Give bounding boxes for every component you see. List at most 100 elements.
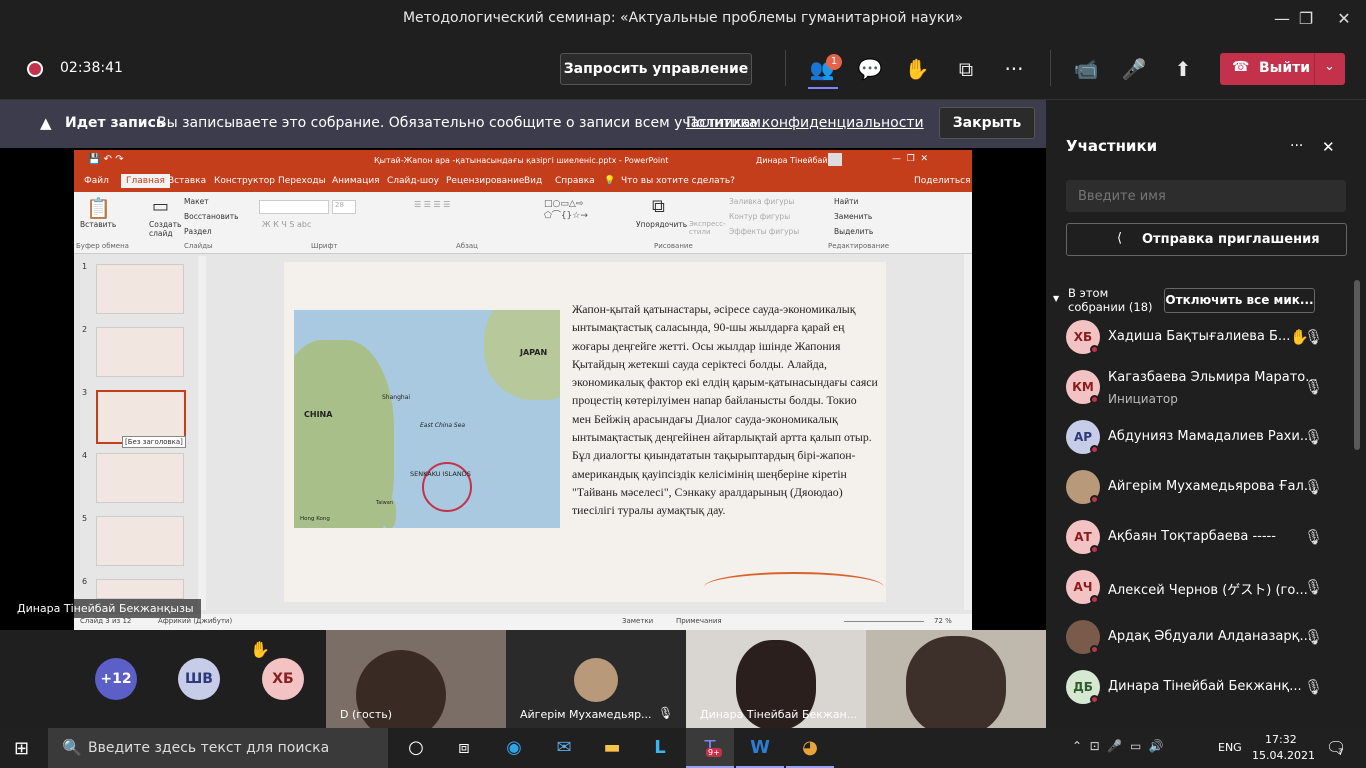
privacy-policy-link[interactable]: Политика конфиденциальности — [686, 115, 924, 131]
mic-off-icon[interactable]: 🎙 — [1304, 428, 1323, 446]
shape-fill[interactable]: Заливка фигуры — [729, 197, 794, 206]
panel-scrollbar[interactable] — [1354, 280, 1360, 450]
in-meeting-label[interactable]: В этом собрании (18) — [1068, 286, 1168, 314]
search-input[interactable] — [1066, 180, 1346, 212]
chevron-down-icon[interactable]: ▼ — [1053, 294, 1059, 303]
reactions-icon[interactable]: ✋ — [897, 49, 937, 89]
tell-me-input[interactable]: Что вы хотите сделать? — [621, 176, 735, 186]
shape-outline[interactable]: Контур фигуры — [729, 212, 790, 221]
ribbon-tab[interactable]: Анимация — [332, 176, 380, 186]
participant-row[interactable]: Айгерім Мухамедьярова Ғал... 🎙 — [1046, 462, 1346, 512]
app-icon[interactable]: L — [636, 728, 684, 768]
video-tile[interactable]: Айгерім Мухамедьяр... 🎙 — [506, 630, 686, 728]
share-screen-icon[interactable]: ⬆ — [1163, 49, 1203, 89]
clock-date[interactable]: 15.04.2021 — [1252, 749, 1315, 762]
slide-canvas[interactable]: JAPAN CHINA Shanghai East China Sea SENK… — [284, 262, 886, 602]
new-slide-icon[interactable]: ▭ — [152, 196, 169, 217]
mic-on-icon[interactable]: 🎙 — [1304, 678, 1323, 696]
request-control-button[interactable]: Запросить управление — [560, 53, 752, 85]
mic-off-icon[interactable]: 🎙 — [1304, 328, 1323, 346]
slide-thumbnail[interactable] — [96, 327, 184, 377]
mic-off-icon[interactable]: 🎙 — [1304, 628, 1323, 646]
tray-icons[interactable]: ⌃ ⊡ 🎤 ▭ 🔊 — [1072, 739, 1164, 753]
paragraph-icons[interactable]: ☰ ☰ ☰ ☰ — [414, 200, 450, 209]
ribbon-tab[interactable]: Главная — [121, 174, 170, 188]
more-participants-button[interactable]: +12 — [95, 658, 137, 700]
find-button[interactable]: Найти — [834, 197, 858, 206]
microphone-icon[interactable]: 🎤 — [1114, 49, 1154, 89]
shape-effects[interactable]: Эффекты фигуры — [729, 227, 799, 236]
mic-off-icon[interactable]: 🎙 — [1304, 578, 1323, 596]
ribbon-tab[interactable]: Переходы — [278, 176, 326, 186]
close-icon[interactable]: ✕ — [1322, 138, 1335, 156]
chevron-down-icon[interactable]: ⌄ — [1324, 59, 1335, 74]
slide-thumbnail[interactable] — [96, 453, 184, 503]
rooms-icon[interactable]: ⧉ — [946, 49, 986, 89]
mic-off-icon[interactable]: 🎙 — [1304, 478, 1323, 496]
participant-row[interactable]: ДБ Динара Тінейбай Бекжанқ... 🎙 — [1046, 662, 1346, 712]
participant-row[interactable]: АР Абдунияз Мамадалиев Рахи... 🎙 — [1046, 412, 1346, 462]
arrange-label[interactable]: Упорядочить — [636, 220, 687, 229]
chrome-icon[interactable]: ◕ — [786, 728, 834, 768]
ribbon-tab[interactable]: Рецензирование — [446, 176, 524, 186]
windows-start-icon[interactable]: ⊞ — [14, 738, 29, 759]
ribbon-tab[interactable]: Вставка — [168, 176, 206, 186]
slide-scrollbar[interactable] — [964, 254, 972, 610]
font-family-select[interactable] — [259, 200, 329, 214]
zoom-slider[interactable] — [844, 621, 924, 622]
participant-row[interactable]: ХБ Хадиша Бақтығалиева Б... ✋ 🎙 — [1046, 312, 1346, 362]
replace-button[interactable]: Заменить — [834, 212, 872, 221]
close-banner-button[interactable]: Закрыть — [939, 107, 1035, 139]
slide-thumbnail[interactable] — [96, 264, 184, 314]
ribbon-tab[interactable]: Конструктор — [214, 176, 275, 186]
slide-thumbnail[interactable] — [96, 579, 184, 599]
ribbon-tab[interactable]: Файл — [84, 176, 109, 186]
close-button[interactable]: ✕ — [1322, 6, 1366, 32]
slide-thumbnail[interactable] — [96, 516, 184, 566]
reset-button[interactable]: Восстановить — [184, 212, 239, 221]
font-size-select[interactable]: 28 — [332, 200, 356, 214]
camera-icon[interactable]: 📹 — [1066, 49, 1106, 89]
more-options-icon[interactable]: ··· — [1290, 138, 1303, 154]
participant-row[interactable]: АЧ Алексей Чернов (ゲスト) (го... 🎙 — [1046, 562, 1346, 612]
arrange-icon[interactable]: ⧉ — [652, 196, 665, 217]
video-tile[interactable]: Динара Тінейбай Бекжан... — [686, 630, 866, 728]
select-button[interactable]: Выделить — [834, 227, 873, 236]
paste-label[interactable]: Вставить — [80, 220, 116, 229]
ribbon-tab[interactable]: Вид — [524, 176, 542, 186]
participant-row[interactable]: Ардақ Әбдуали Алданазарқ... 🎙 — [1046, 612, 1346, 662]
leave-button[interactable]: ☎ Выйти ⌄ — [1220, 53, 1345, 85]
language-indicator[interactable]: ENG — [1218, 741, 1242, 754]
ppt-window-controls[interactable]: — ❐ ✕ — [892, 154, 928, 164]
new-slide-label[interactable]: Создать слайд — [149, 220, 181, 238]
comments-button[interactable]: Примечания — [676, 617, 722, 625]
ribbon-tab[interactable]: Слайд-шоу — [387, 176, 439, 186]
file-explorer-icon[interactable]: ▬ — [588, 728, 636, 768]
video-tile[interactable] — [866, 630, 1046, 728]
edge-icon[interactable]: ◉ — [490, 728, 538, 768]
section-button[interactable]: Раздел — [184, 227, 212, 236]
express-styles-label[interactable]: Экспресс-стили — [689, 220, 727, 236]
task-view-icon[interactable]: ⧈ — [440, 728, 488, 768]
save-icon[interactable]: 💾 ↶ ↷ — [88, 154, 124, 165]
zoom-level[interactable]: 72 % — [934, 617, 952, 625]
mute-all-button[interactable]: Отключить все мик... — [1164, 288, 1315, 313]
cortana-icon[interactable]: ○ — [392, 728, 440, 768]
mail-icon[interactable]: ✉ — [540, 728, 588, 768]
share-button[interactable]: Поделиться — [914, 176, 971, 186]
layout-button[interactable]: Макет — [184, 197, 209, 206]
slide-body-text[interactable]: Жапон-қытай қатынастары, әсіресе сауда-э… — [572, 300, 878, 520]
chat-icon[interactable]: 💬 — [850, 49, 890, 89]
participant-row[interactable]: АТ Ақбаян Тоқтарбаева ----- 🎙 — [1046, 512, 1346, 562]
language-status[interactable]: Африкий (Джибути) — [158, 617, 232, 625]
paste-icon[interactable]: 📋 — [86, 196, 111, 220]
clock-time[interactable]: 17:32 — [1265, 733, 1297, 746]
shapes-gallery[interactable]: □○▭△⇨ ⬠⌒{}☆→ — [544, 198, 634, 222]
taskbar-search[interactable]: 🔍 Введите здесь текст для поиска — [48, 728, 388, 768]
avatar[interactable]: ХБ — [262, 658, 304, 700]
invite-button[interactable]: ⟨ Отправка приглашения — [1066, 223, 1347, 256]
video-tile[interactable]: D (гость) — [326, 630, 506, 728]
participant-row[interactable]: КМ Кагазбаева Эльмира Марато... Инициатор 🎙 — [1046, 362, 1346, 412]
mic-off-icon[interactable]: 🎙 — [1304, 528, 1323, 546]
mic-on-icon[interactable]: 🎙 — [1304, 378, 1323, 396]
